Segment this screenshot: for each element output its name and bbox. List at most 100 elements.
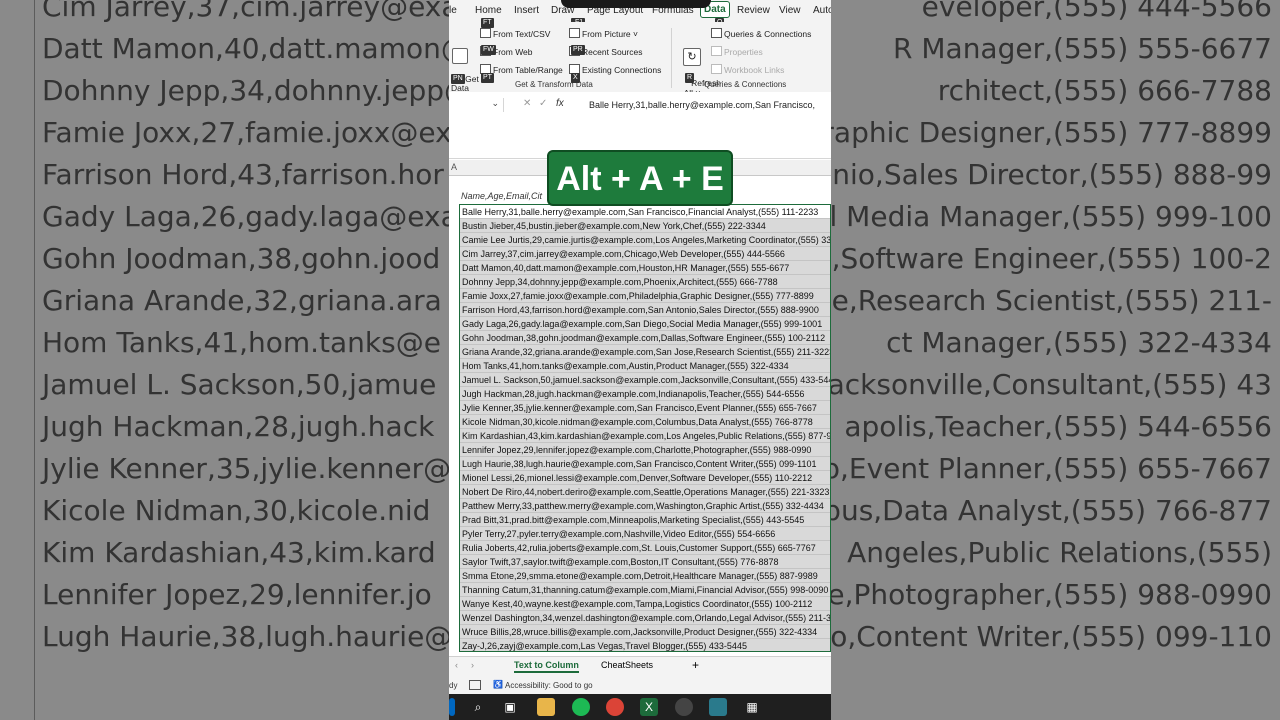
spotify-icon[interactable] [572,698,590,716]
add-sheet-button[interactable]: + [692,658,699,672]
table-row[interactable]: Smma Etone,29,smma.etone@example.com,Det… [460,569,830,583]
tab-view[interactable]: View [779,5,801,16]
table-row[interactable]: Camie Lee Jurtis,29,camie.jurtis@example… [460,233,830,247]
tab-review[interactable]: Review [737,5,770,16]
app-icon[interactable] [709,698,727,716]
cancel-icon[interactable]: ✕ [523,98,531,109]
table-row[interactable]: Hom Tanks,41,hom.tanks@example.com,Austi… [460,359,830,373]
table-row[interactable]: Gohn Joodman,38,gohn.joodman@example.com… [460,331,830,345]
table-row[interactable]: Kicole Nidman,30,kicole.nidman@example.c… [460,415,830,429]
existing-connections-button[interactable]: Existing Connections [569,64,661,75]
table-row[interactable]: Zay-J,26,zayj@example.com,Las Vegas,Trav… [460,639,830,651]
obs-icon[interactable] [675,698,693,716]
table-row[interactable]: Jylie Kenner,35,jylie.kenner@example.com… [460,401,830,415]
queries-connections-button[interactable]: Queries & Connections [711,28,811,39]
windows-start-icon[interactable] [449,698,455,716]
accessibility-status[interactable]: Accessibility: Good to go [505,681,593,690]
keytip-text-csv: FT [481,18,494,28]
table-row[interactable]: Wanye Kest,40,wayne.kest@example.com,Tam… [460,597,830,611]
table-row[interactable]: Patthew Merry,33,patthew.merry@example.c… [460,499,830,513]
background-line: rchitect,(555) 666-7788 [937,74,1272,107]
background-line: Lugh Haurie,38,lugh.haurie@ [42,620,449,653]
table-row[interactable]: Prad Bitt,31,prad.bitt@example.com,Minne… [460,513,830,527]
table-row[interactable]: Datt Mamon,40,datt.mamon@example.com,Hou… [460,261,830,275]
shortcut-badge: Alt + A + E [547,150,733,206]
background-line: Jugh Hackman,28,jugh.hack [42,410,435,443]
keytip-table: PT [481,73,494,83]
group-queries-label: Queries & Connections [704,80,787,89]
table-row[interactable]: Cim Jarrey,37,cim.jarrey@example.com,Chi… [460,247,830,261]
table-row[interactable]: Lugh Haurie,38,lugh.haurie@example.com,S… [460,457,830,471]
table-row[interactable]: Griana Arande,32,griana.arande@example.c… [460,345,830,359]
calculator-icon[interactable]: ▦ [743,698,761,716]
background-line: co,Event Planner,(555) 655-7667 [831,452,1272,485]
excel-icon[interactable]: X [640,698,658,716]
background-line: Jamuel L. Sackson,50,jamue [42,368,437,401]
tab-home[interactable]: Home [475,5,502,16]
enter-icon[interactable]: ✓ [539,98,547,109]
sheet-tab-cheatsheets[interactable]: CheatSheets [601,660,653,670]
file-explorer-icon[interactable] [537,698,555,716]
column-a-label[interactable]: A [451,162,457,172]
table-row[interactable]: Famie Joxx,27,famie.joxx@example.com,Phi… [460,289,830,303]
table-row[interactable]: Lennifer Jopez,29,lennifer.jopez@example… [460,443,830,457]
queries-icon [711,28,722,38]
tab-file[interactable]: le [449,5,457,16]
table-row[interactable]: Jamuel L. Sackson,50,jamuel.sackson@exam… [460,373,830,387]
table-row[interactable]: Pyler Terry,27,pyler.terry@example.com,N… [460,527,830,541]
background-line: Graphic Designer,(555) 777-8899 [831,116,1272,149]
background-line: Jylie Kenner,35,jylie.kenner@ [42,452,449,485]
name-box[interactable]: ⌄ [451,98,504,112]
task-view-icon[interactable]: ▣ [501,698,519,716]
insert-function-button[interactable]: fx [556,98,564,109]
from-picture-button[interactable]: From Picture ˅ [569,28,638,39]
links-icon [711,64,722,74]
selected-range[interactable]: Balle Herry,31,balle.herry@example.com,S… [459,204,831,652]
table-row[interactable]: Farrison Hord,43,farrison.hord@example.c… [460,303,830,317]
text-file-icon [480,28,491,38]
from-text-csv-button[interactable]: From Text/CSV [480,28,550,39]
background-line: Kim Kardashian,43,kim.kard [42,536,436,569]
table-row[interactable]: Gady Laga,26,gady.laga@example.com,San D… [460,317,830,331]
table-row[interactable]: Kim Kardashian,43,kim.kardashian@example… [460,429,830,443]
table-row[interactable]: Dohnny Jepp,34,dohnny.jepp@example.com,P… [460,275,830,289]
background-right: eveloper,(555) 444-5566 R Manager,(555) 5… [831,0,1280,720]
grid-line [34,0,35,720]
header-cell[interactable]: Name,Age,Email,Cit [461,191,542,201]
properties-button[interactable]: Properties [711,46,763,57]
camera-notch [561,0,711,8]
tab-insert[interactable]: Insert [514,5,539,16]
table-row[interactable]: Jugh Hackman,28,jugh.hackman@example.com… [460,387,830,401]
properties-icon [711,46,722,56]
table-row[interactable]: Balle Herry,31,balle.herry@example.com,S… [460,205,830,219]
background-text-left: Cim Jarrey,37,cim.jarrey@exa Datt Mamon,4… [42,0,449,658]
background-line: e,Research Scientist,(555) 211- [831,284,1272,317]
table-row[interactable]: Saylor Twift,37,saylor.twift@example.com… [460,555,830,569]
background-line: R Manager,(555) 555-6677 [893,32,1272,65]
table-row[interactable]: Wruce Billis,28,wruce.billis@example.com… [460,625,830,639]
scroll-right-icon[interactable]: › [471,660,474,670]
table-row[interactable]: Wenzel Dashington,34,wenzel.dashington@e… [460,611,830,625]
table-row[interactable]: Mionel Lessi,26,mionel.lessi@example.com… [460,471,830,485]
macro-icon[interactable] [469,680,481,690]
formula-input[interactable]: Balle Herry,31,balle.herry@example.com,S… [589,100,815,110]
table-row[interactable]: Rulia Joberts,42,rulia.joberts@example.c… [460,541,830,555]
table-row[interactable]: Thanning Catum,31,thanning.catum@example… [460,583,830,597]
table-row[interactable]: Bustin Jieber,45,bustin.jieber@example.c… [460,219,830,233]
background-line: Griana Arande,32,griana.ara [42,284,442,317]
accessibility-icon: ♿ [493,680,503,689]
keytip-refresh: R [685,73,695,83]
status-bar: dy ♿ Accessibility: Good to go [449,676,831,694]
sheet-tab-text-to-column[interactable]: Text to Column [514,660,579,673]
background-line: co,Content Writer,(555) 099-110 [831,620,1272,653]
from-picture-label: From Picture [582,29,631,39]
workbook-links-button[interactable]: Workbook Links [711,64,784,75]
tab-automate[interactable]: Auto [813,5,831,16]
chrome-icon[interactable] [606,698,624,716]
table-row[interactable]: Nobert De Riro,44,nobert.deriro@example.… [460,485,830,499]
ribbon-separator [671,28,672,88]
search-icon[interactable]: ⌕ [469,698,487,716]
scroll-left-icon[interactable]: ‹ [455,660,458,670]
background-line: Angeles,Public Relations,(555) [847,536,1272,569]
refresh-icon: ↻ [683,48,701,66]
